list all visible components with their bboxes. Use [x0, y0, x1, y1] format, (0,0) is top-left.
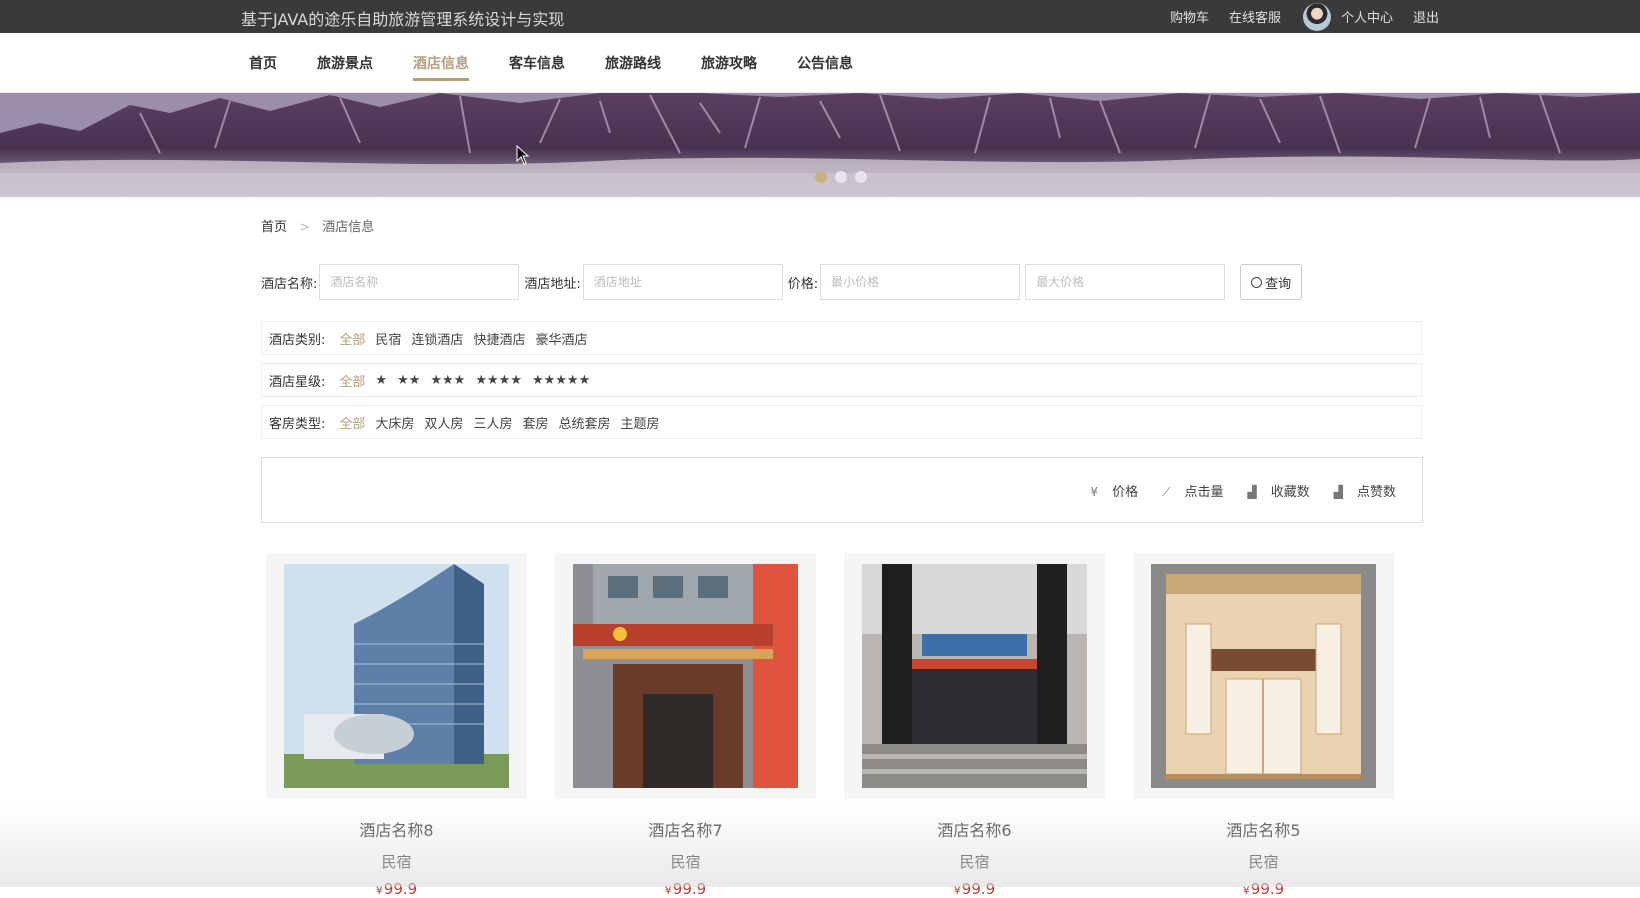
- avatar[interactable]: [1302, 2, 1331, 31]
- hotel-name: 酒店名称8: [359, 821, 434, 840]
- filter-room-option[interactable]: 大床房: [375, 413, 414, 432]
- hotel-price: ¥99.9: [664, 880, 707, 898]
- hotel-name: 酒店名称6: [937, 821, 1012, 840]
- online-service-link[interactable]: 在线客服: [1229, 7, 1281, 26]
- hotel-image-frame: [555, 553, 816, 799]
- filter-stars-option[interactable]: ★★: [397, 373, 420, 388]
- max-price-input[interactable]: [1025, 264, 1226, 300]
- site-title: 基于JAVA的途乐自助旅游管理系统设计与实现: [241, 10, 565, 29]
- bar-chart-icon: ▟: [1333, 485, 1343, 499]
- hotel-name-input[interactable]: [319, 264, 520, 300]
- hotel-type: 民宿: [1248, 853, 1279, 871]
- hotel-price: ¥99.9: [1242, 880, 1285, 898]
- hotel-price: ¥99.9: [953, 880, 996, 898]
- hotel-photo: [862, 564, 1087, 788]
- nav-item-attractions[interactable]: 旅游景点: [317, 53, 373, 73]
- hotel-card[interactable]: 酒店名称8 民宿 ¥99.9: [266, 553, 527, 898]
- filter-room-type: 客房类型: 全部 大床房 双人房 三人房 套房 总统套房 主题房: [261, 405, 1422, 439]
- nav-item-bus[interactable]: 客车信息: [509, 53, 565, 73]
- banner-carousel[interactable]: [0, 93, 1640, 197]
- hotel-image-frame: [266, 553, 527, 799]
- hotel-card[interactable]: 酒店名称5 民宿 ¥99.9: [1133, 553, 1394, 898]
- hotel-name: 酒店名称7: [648, 821, 723, 840]
- filter-room-option[interactable]: 总统套房: [558, 413, 610, 432]
- breadcrumb-separator: >: [299, 220, 311, 235]
- carousel-dot-1[interactable]: [815, 171, 827, 183]
- filter-category-option[interactable]: 快捷酒店: [473, 329, 525, 348]
- hotel-image-frame: [1133, 553, 1394, 799]
- search-form: 酒店名称: 酒店地址: 价格: 查询: [261, 264, 1303, 300]
- nav-item-notices[interactable]: 公告信息: [797, 53, 853, 73]
- nav-item-home[interactable]: 首页: [249, 53, 277, 73]
- hotel-type: 民宿: [381, 853, 412, 871]
- hotel-type: 民宿: [670, 853, 701, 871]
- hotel-photo: [1151, 564, 1376, 788]
- breadcrumb-current: 酒店信息: [322, 220, 375, 235]
- nav-item-hotels[interactable]: 酒店信息: [413, 53, 469, 81]
- filter-category: 酒店类别: 全部 民宿 连锁酒店 快捷酒店 豪华酒店: [261, 321, 1422, 355]
- yen-icon: ¥: [1090, 485, 1099, 499]
- main-nav: 首页 旅游景点 酒店信息 客车信息 旅游路线 旅游攻略 公告信息: [0, 33, 1640, 93]
- carousel-dot-2[interactable]: [835, 171, 847, 183]
- breadcrumb: 首页 > 酒店信息: [261, 216, 374, 235]
- filter-stars: 酒店星级: 全部 ★ ★★ ★★★ ★★★★ ★★★★★: [261, 363, 1422, 397]
- filter-category-option[interactable]: 连锁酒店: [411, 329, 463, 348]
- breadcrumb-home[interactable]: 首页: [261, 220, 287, 235]
- hotel-type: 民宿: [959, 853, 990, 871]
- mouse-cursor-icon: [516, 145, 530, 165]
- hotel-address-input[interactable]: [582, 264, 783, 300]
- carousel-dots: [815, 171, 875, 183]
- bar-chart-icon: ▟: [1247, 485, 1257, 499]
- sort-clicks[interactable]: ⟋ 点击量: [1150, 481, 1223, 500]
- carousel-dot-3[interactable]: [855, 171, 867, 183]
- filter-category-option[interactable]: 民宿: [375, 329, 401, 348]
- filter-category-option[interactable]: 豪华酒店: [535, 329, 587, 348]
- hotel-name-label: 酒店名称:: [261, 276, 318, 292]
- top-links: 购物车 在线客服 个人中心 退出: [1150, 0, 1439, 33]
- trend-icon: ⟋: [1162, 485, 1171, 499]
- filter-room-option[interactable]: 双人房: [424, 413, 463, 432]
- search-icon: [1251, 276, 1263, 288]
- logout-link[interactable]: 退出: [1413, 7, 1439, 26]
- filter-stars-option[interactable]: ★★★★: [475, 373, 522, 388]
- min-price-input[interactable]: [820, 264, 1021, 300]
- sort-favorites[interactable]: ▟ 收藏数: [1236, 481, 1310, 500]
- hotel-card[interactable]: 酒店名称7 民宿 ¥99.9: [555, 553, 816, 898]
- filter-room-label: 客房类型:: [269, 416, 326, 432]
- filter-category-option[interactable]: 全部: [339, 329, 365, 348]
- filter-room-option[interactable]: 主题房: [620, 413, 659, 432]
- filter-stars-label: 酒店星级:: [269, 374, 326, 390]
- hotel-image-frame: [844, 553, 1105, 799]
- filter-room-option[interactable]: 全部: [339, 413, 365, 432]
- filter-room-option[interactable]: 三人房: [473, 413, 512, 432]
- cart-link[interactable]: 购物车: [1170, 7, 1209, 26]
- profile-link[interactable]: 个人中心: [1341, 7, 1393, 26]
- sort-likes[interactable]: ▟ 点赞数: [1322, 481, 1396, 500]
- hotel-price: ¥99.9: [375, 880, 418, 898]
- filter-category-label: 酒店类别:: [269, 332, 326, 348]
- filter-room-option[interactable]: 套房: [522, 413, 548, 432]
- hotel-name: 酒店名称5: [1226, 821, 1301, 840]
- filter-stars-option[interactable]: ★: [375, 373, 387, 388]
- nav-item-routes[interactable]: 旅游路线: [605, 53, 661, 73]
- hotel-photo: [573, 564, 798, 788]
- top-bar: 基于JAVA的途乐自助旅游管理系统设计与实现 购物车 在线客服 个人中心 退出: [0, 0, 1640, 33]
- filter-stars-option[interactable]: 全部: [339, 371, 365, 390]
- sort-price[interactable]: ¥ 价格: [1078, 481, 1138, 500]
- sort-bar: ¥ 价格 ⟋ 点击量 ▟ 收藏数 ▟ 点赞数: [261, 457, 1423, 523]
- hotel-list: 酒店名称8 民宿 ¥99.9 酒店名称7 民宿 ¥99.9 酒店名称6 民宿 ¥…: [266, 553, 1422, 898]
- search-button-label: 查询: [1265, 276, 1292, 292]
- hotel-address-label: 酒店地址:: [524, 276, 581, 292]
- nav-item-guides[interactable]: 旅游攻略: [701, 53, 757, 73]
- filter-stars-option[interactable]: ★★★: [430, 373, 465, 388]
- search-button[interactable]: 查询: [1240, 264, 1303, 300]
- hotel-photo: [284, 564, 509, 788]
- filter-stars-option[interactable]: ★★★★★: [532, 373, 590, 388]
- hotel-card[interactable]: 酒店名称6 民宿 ¥99.9: [844, 553, 1105, 898]
- price-label: 价格:: [787, 276, 819, 292]
